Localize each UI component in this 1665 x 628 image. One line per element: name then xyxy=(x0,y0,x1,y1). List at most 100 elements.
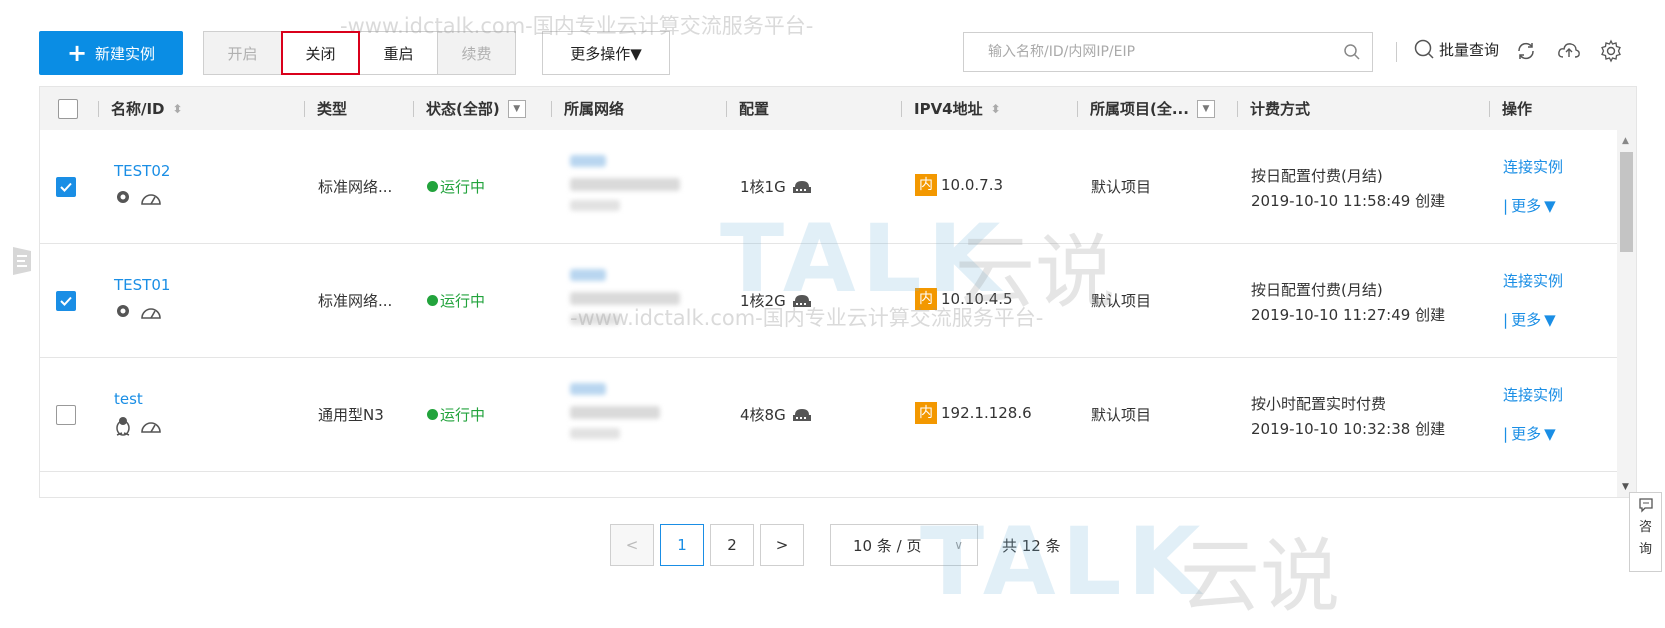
search-icon[interactable] xyxy=(1332,43,1372,61)
column-billing: 计费方式 xyxy=(1237,87,1310,130)
table-scrollbar[interactable]: ▲ ▼ xyxy=(1617,130,1636,497)
network-name-redacted xyxy=(570,383,606,395)
next-page-button[interactable]: > xyxy=(760,524,804,566)
caret-down-icon: ▼ xyxy=(1544,196,1556,215)
os-gear-icon xyxy=(117,305,129,317)
project-name: 默认项目 xyxy=(1091,178,1152,196)
column-config: 配置 xyxy=(726,87,769,130)
more-actions-dropdown[interactable]: | 更多 ▼ xyxy=(1503,309,1556,330)
instance-name-link[interactable]: TEST01 xyxy=(114,276,170,294)
column-project[interactable]: 所属项目(全... ▼ xyxy=(1077,87,1215,130)
instance-type: 通用型N3 xyxy=(318,406,384,424)
monitor-gauge-icon[interactable] xyxy=(140,416,162,434)
instance-name-link[interactable]: test xyxy=(114,390,143,408)
column-type: 类型 xyxy=(304,87,347,130)
settings-gear-icon[interactable] xyxy=(1598,38,1624,64)
search-input[interactable] xyxy=(986,43,1332,61)
created-time: 2019-10-10 11:58:49 创建 xyxy=(1251,192,1446,210)
export-icon[interactable] xyxy=(1556,38,1582,64)
connect-instance-link[interactable]: 连接实例 xyxy=(1503,384,1563,405)
billing-mode: 按小时配置实时付费 xyxy=(1251,395,1387,413)
billing-mode: 按日配置付费(月结) xyxy=(1251,167,1383,185)
column-name-id[interactable]: 名称/ID ⬍ xyxy=(98,87,183,130)
scrollbar-thumb[interactable] xyxy=(1620,152,1633,252)
created-time: 2019-10-10 10:32:38 创建 xyxy=(1251,420,1446,438)
running-dot-icon xyxy=(427,409,438,420)
instance-config: 4核8G xyxy=(740,406,786,424)
watermark-logo-cn-bottom: 云说 xyxy=(1180,530,1340,623)
search-box xyxy=(963,32,1373,72)
running-dot-icon xyxy=(427,295,438,306)
row-checkbox[interactable] xyxy=(56,405,76,425)
column-network: 所属网络 xyxy=(551,87,624,130)
network-name-redacted xyxy=(570,269,606,281)
page-size-value: 10 条 / 页 xyxy=(853,536,922,555)
watermark-logo-bottom: TALK xyxy=(920,508,1207,617)
created-time: 2019-10-10 11:27:49 创建 xyxy=(1251,306,1446,324)
batch-query-button[interactable]: 批量查询 xyxy=(1413,38,1499,60)
page-2-button[interactable]: 2 xyxy=(710,524,754,566)
watermark-logo-cn-mid: 云说 xyxy=(955,226,1115,319)
network-subnet-redacted xyxy=(570,406,660,419)
monitor-gauge-icon[interactable] xyxy=(140,302,162,320)
page-1-button[interactable]: 1 xyxy=(660,524,704,566)
filter-dropdown-icon[interactable]: ▼ xyxy=(1196,99,1215,118)
prev-page-button[interactable]: < xyxy=(610,524,654,566)
network-id-redacted xyxy=(570,428,620,439)
monitor-gauge-icon[interactable] xyxy=(140,188,162,206)
sidebar-toggle[interactable] xyxy=(10,243,36,279)
billing-mode: 按日配置付费(月结) xyxy=(1251,281,1383,299)
status-badge: 运行中 xyxy=(427,176,485,197)
instance-name-link[interactable]: TEST02 xyxy=(114,162,170,180)
chevron-left-icon: < xyxy=(625,536,639,554)
scroll-down-icon[interactable]: ▼ xyxy=(1622,482,1629,492)
chevron-right-icon: > xyxy=(775,536,789,554)
disk-icon xyxy=(792,408,811,421)
caret-down-icon: ▼ xyxy=(1544,424,1556,443)
instance-type: 标准网络... xyxy=(318,292,393,310)
network-id-redacted xyxy=(570,200,620,211)
more-actions-dropdown[interactable]: | 更多 ▼ xyxy=(1503,195,1556,216)
caret-down-icon: ▼ xyxy=(1544,310,1556,329)
row-checkbox[interactable] xyxy=(56,291,76,311)
instance-type: 标准网络... xyxy=(318,178,393,196)
private-ip-tag: 内 xyxy=(915,174,937,196)
column-status[interactable]: 状态(全部) ▼ xyxy=(413,87,526,130)
batch-query-label: 批量查询 xyxy=(1439,40,1500,59)
menu-collapse-icon xyxy=(13,247,31,275)
column-ipv4[interactable]: IPV4地址 ⬍ xyxy=(901,87,1001,130)
filter-dropdown-icon[interactable]: ▼ xyxy=(507,99,526,118)
sort-icon[interactable]: ⬍ xyxy=(991,102,1001,116)
private-ip: 10.0.7.3 xyxy=(941,176,1004,194)
more-actions-dropdown[interactable]: | 更多 ▼ xyxy=(1503,423,1556,444)
network-subnet-redacted xyxy=(570,178,680,191)
private-ip: 192.1.128.6 xyxy=(941,404,1032,422)
row-checkbox[interactable] xyxy=(56,177,76,197)
new-instance-button[interactable]: + 新建实例 xyxy=(39,31,183,75)
sort-icon[interactable]: ⬍ xyxy=(173,102,183,116)
batch-search-icon xyxy=(1414,39,1434,59)
close-button[interactable]: 关闭 xyxy=(281,31,360,75)
status-badge: 运行中 xyxy=(427,404,485,425)
instance-config: 1核1G xyxy=(740,178,786,196)
select-all-checkbox[interactable] xyxy=(58,99,78,119)
plus-icon: + xyxy=(66,39,88,67)
consult-button[interactable]: 咨 询 xyxy=(1629,492,1662,572)
consult-label-2: 询 xyxy=(1638,542,1652,557)
running-dot-icon xyxy=(427,181,438,192)
start-button[interactable]: 开启 xyxy=(203,31,282,75)
connect-instance-link[interactable]: 连接实例 xyxy=(1503,270,1563,291)
status-badge: 运行中 xyxy=(427,290,485,311)
network-name-redacted xyxy=(570,155,606,167)
connect-instance-link[interactable]: 连接实例 xyxy=(1503,156,1563,177)
os-gear-icon xyxy=(117,191,129,203)
scroll-up-icon[interactable]: ▲ xyxy=(1622,136,1629,146)
private-ip-tag: 内 xyxy=(915,402,937,424)
consult-label-1: 咨 xyxy=(1638,520,1652,535)
new-instance-label: 新建实例 xyxy=(95,44,156,63)
table-header: 名称/ID ⬍ 类型 状态(全部) ▼ 所属网络 配置 IPV4地址 ⬍ 所属项目(全… xyxy=(40,87,1636,130)
refresh-icon[interactable] xyxy=(1513,38,1539,64)
watermark-text-top: -www.idctalk.com-国内专业云计算交流服务平台- xyxy=(340,14,814,38)
table-row: test 通用型N3 运行中 4核8G 内 192.1.128.6 默认项目 按… xyxy=(40,358,1617,472)
disk-icon xyxy=(792,180,811,193)
